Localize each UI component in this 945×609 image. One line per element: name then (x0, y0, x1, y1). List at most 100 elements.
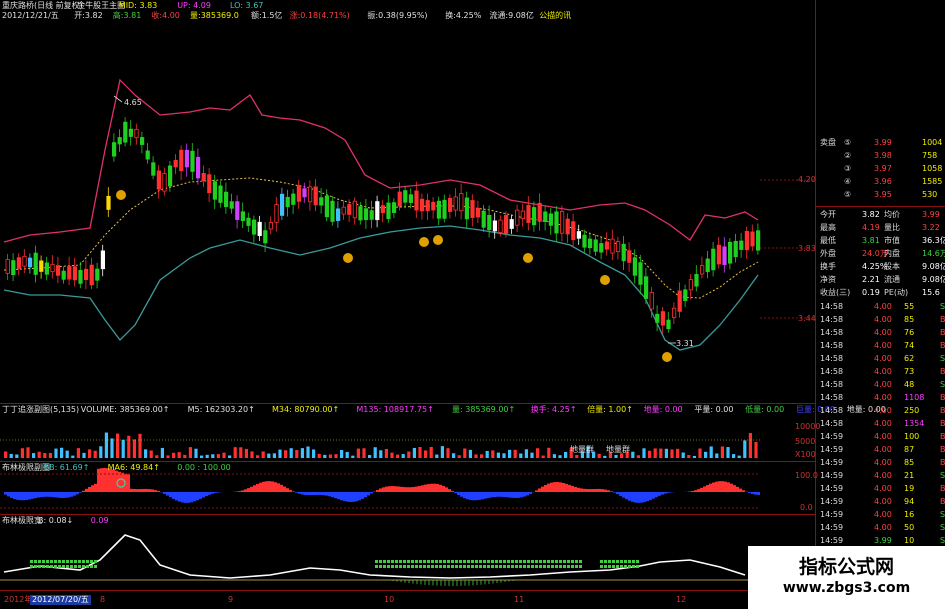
candle-body (67, 266, 72, 280)
bb-wave-bar (355, 492, 358, 502)
quote-divider (816, 206, 945, 207)
candle-body (134, 128, 139, 139)
squeeze-marker (579, 565, 582, 568)
candle-body (279, 193, 285, 216)
bb-wave-bar (715, 481, 718, 492)
volume-bar (636, 455, 640, 458)
bb-wave-bar (178, 492, 181, 502)
candle-body (78, 269, 83, 284)
buy-signal-marker (433, 235, 443, 245)
bb-wave-bar (697, 489, 700, 492)
bb-wave-bar (253, 485, 256, 492)
bb-wave-bar (361, 492, 364, 499)
volume-bar (267, 453, 271, 458)
squeeze-marker (531, 565, 534, 568)
bb-wave-bar (478, 492, 481, 500)
candle-body (515, 209, 520, 226)
bb-wave-bar (709, 483, 712, 492)
trade-ticks[interactable]: 14:58 4.00 55 S 14:58 4.00 85 B 14:58 4.00 76 B 14:5… (818, 300, 945, 586)
volume-bar (228, 455, 232, 458)
bb-wave-bar (259, 482, 262, 492)
candle-body (554, 211, 559, 234)
squeeze-marker (30, 560, 33, 563)
volume-bar (155, 455, 159, 458)
squeeze-marker (379, 560, 382, 563)
squeeze-marker (471, 560, 474, 563)
stat-value-2: 3.99 (922, 210, 940, 219)
volume-bar (256, 455, 260, 458)
volume-bar (390, 452, 394, 458)
bb-wave-bar (409, 487, 412, 492)
stat-row-6: 收益(三) 0.19 PE(动) 15.6 (818, 286, 945, 299)
bb-wave-bar (757, 492, 760, 495)
candle-body (520, 210, 526, 219)
bb-wave-bar (76, 492, 79, 495)
squeeze-marker (54, 565, 57, 568)
tick-price: 4.00 (874, 419, 892, 428)
candle-body (173, 160, 178, 168)
bb-wave-bar (82, 490, 85, 492)
volume-bar (446, 448, 450, 458)
bb-wave-bar (562, 482, 565, 492)
volume-bar (48, 452, 52, 458)
squeeze-marker (479, 565, 482, 568)
candle-body (694, 274, 699, 287)
bb-wave-bar (322, 492, 325, 496)
volume-bar (65, 450, 69, 458)
volume-bar (32, 453, 36, 458)
candle-body (582, 234, 587, 248)
bb-wave-bar (580, 488, 583, 492)
candle-body (268, 222, 274, 230)
volume-bar (748, 433, 752, 458)
high-price-label: 4.65 (124, 98, 142, 107)
volume-bar (20, 448, 24, 458)
volume-bar (373, 447, 377, 458)
buy-signal-marker (600, 275, 610, 285)
squeeze-marker (70, 565, 73, 568)
watermark-title: 指标公式网 (798, 556, 894, 578)
tick-volume: 94 (904, 497, 915, 506)
candle-body (655, 313, 660, 323)
bb-wave-bar (394, 486, 397, 492)
bb-wave-bar (37, 492, 40, 498)
squeeze-marker (555, 560, 558, 563)
buy-signal-marker (523, 253, 533, 263)
squeeze-marker (612, 565, 615, 568)
bb-wave-bar (412, 486, 415, 492)
squeeze-marker (563, 565, 566, 568)
tick-volume: 74 (904, 341, 915, 350)
volume-bar (463, 448, 467, 458)
candle-body (750, 231, 755, 247)
bb-wave-bar (271, 481, 274, 492)
candle-body (498, 219, 503, 233)
bb-wave-bar (733, 485, 736, 492)
candle-body (50, 263, 55, 273)
squeeze-marker (519, 565, 522, 568)
bb-wave-bar (340, 492, 343, 501)
bb-wave-bar (115, 470, 118, 492)
volume-bar (692, 455, 696, 458)
bb-wave-bar (433, 483, 436, 492)
bb-wave-bar (43, 492, 46, 497)
volume-bar (457, 455, 461, 458)
stat-key: 净资 (820, 275, 836, 284)
tick-volume: 85 (904, 315, 915, 324)
squeeze-marker (407, 565, 410, 568)
squeeze-marker (523, 565, 526, 568)
squeeze-marker (487, 560, 490, 563)
volume-bar (340, 450, 344, 458)
squeeze-marker (42, 565, 45, 568)
bb-wave-bar (604, 489, 607, 492)
separator-volume-bb (0, 461, 815, 462)
candle-body (112, 142, 117, 157)
bbhdr-item-1: BB: 61.69↑ (43, 463, 90, 472)
squeeze-marker (455, 560, 458, 563)
bb-wave-bar (400, 486, 403, 492)
bbhdr-item-3: 0.00 : 100.00 (177, 463, 231, 472)
squeeze-marker (42, 560, 45, 563)
date-tick-9: 9 (228, 595, 234, 604)
squeeze-marker (511, 560, 514, 563)
candle-body (235, 201, 240, 220)
bb-wave-bar (211, 492, 214, 494)
bb-wave-bar (88, 486, 91, 492)
